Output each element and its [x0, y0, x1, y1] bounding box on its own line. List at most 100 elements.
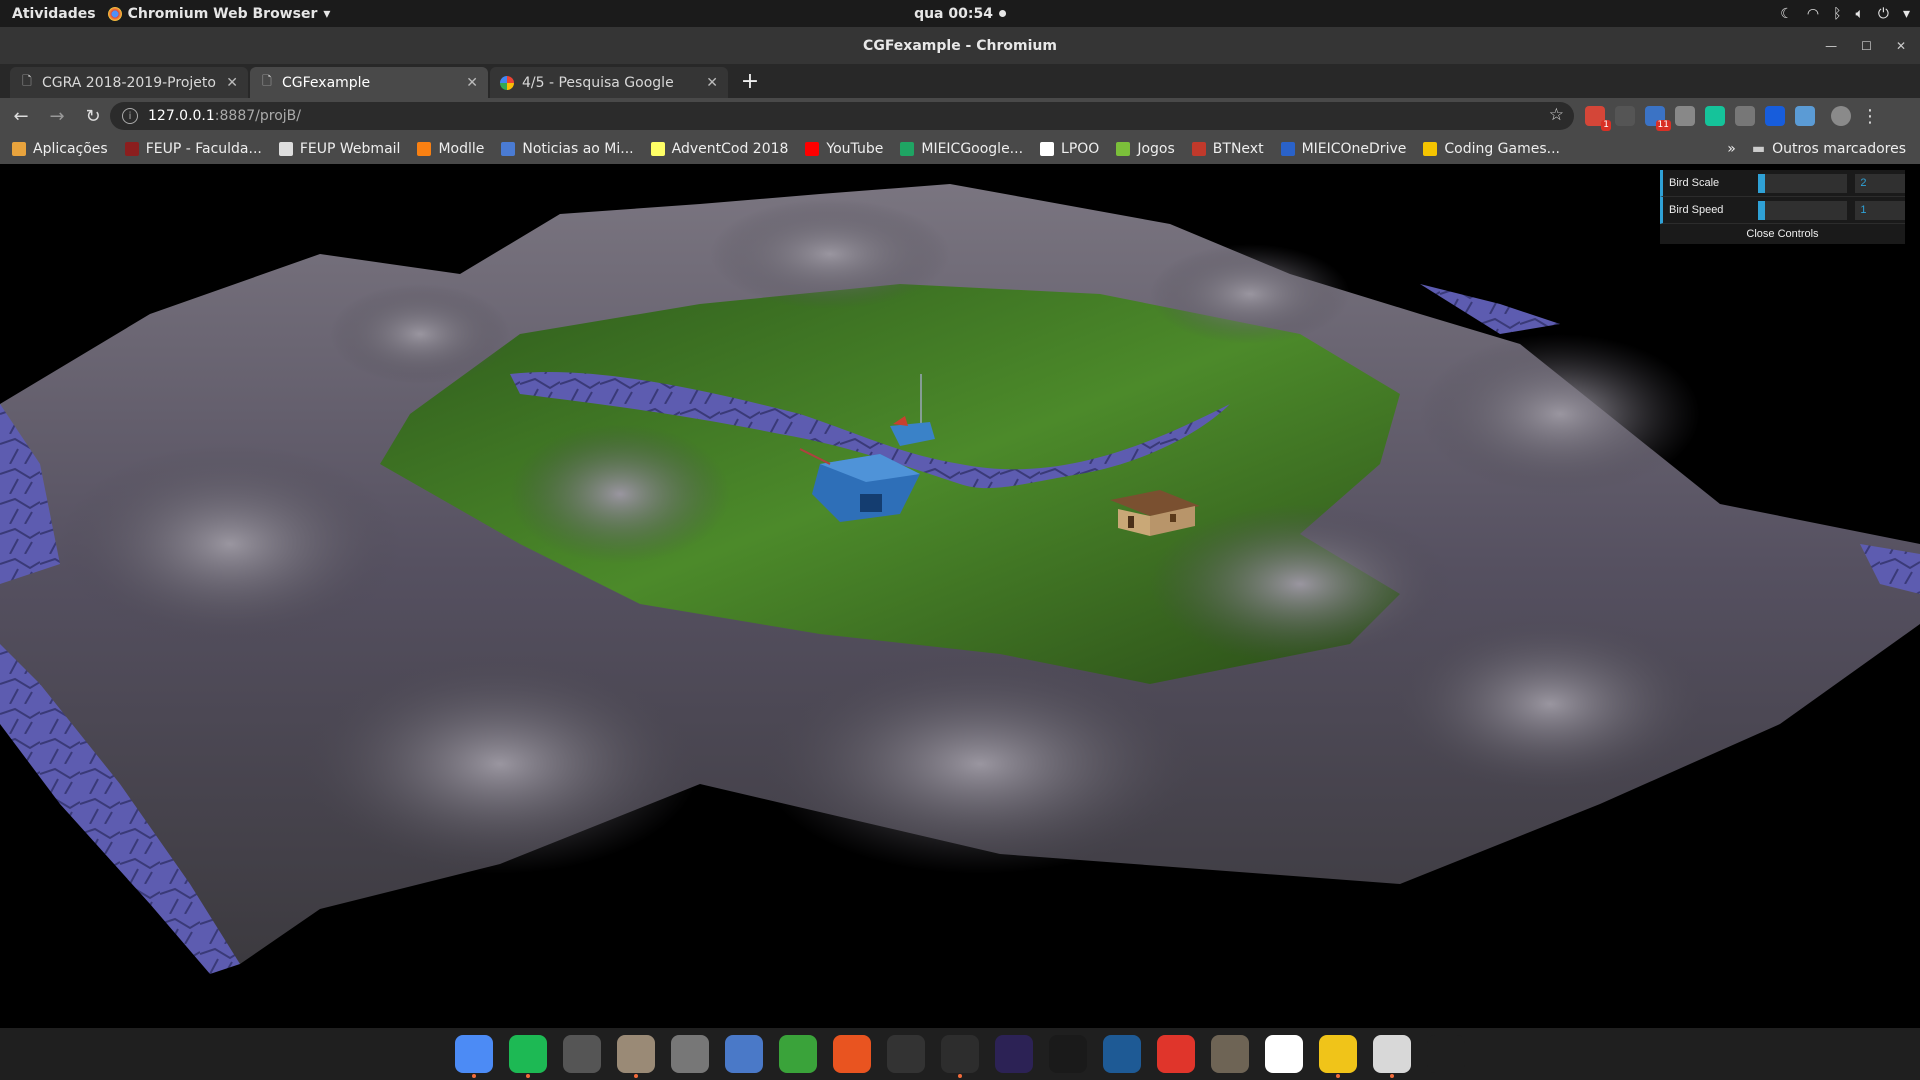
- page-viewport[interactable]: Bird Scale 2 Bird Speed 1 Close Controls: [0, 164, 1920, 1028]
- spotify-icon[interactable]: [509, 1035, 547, 1078]
- ubuntu-software-icon[interactable]: [833, 1035, 871, 1073]
- bookmark-label: FEUP Webmail: [299, 141, 401, 157]
- chromium-icon[interactable]: [455, 1035, 493, 1078]
- new-tab-button[interactable]: +: [733, 64, 767, 98]
- eclipse-icon[interactable]: [995, 1035, 1033, 1073]
- git-icon[interactable]: [1157, 1035, 1195, 1073]
- bookmark-label: FEUP - Faculda...: [145, 141, 262, 157]
- running-indicator: [634, 1074, 638, 1078]
- gimp-icon[interactable]: [1211, 1035, 1249, 1073]
- tab-label: CGFexample: [282, 74, 371, 91]
- mountain-peak: [760, 654, 1200, 874]
- system-tray[interactable]: ☾ ◠ ᛒ 🔈︎ ⏻ ▾: [1780, 0, 1910, 27]
- close-tab-icon[interactable]: ✕: [226, 75, 238, 91]
- document-viewer-icon[interactable]: [725, 1035, 763, 1073]
- close-tab-icon[interactable]: ✕: [706, 75, 718, 91]
- webgl-canvas[interactable]: [0, 164, 1920, 1028]
- mountain-peak: [1150, 244, 1350, 344]
- bookmark-item[interactable]: MIEICOneDrive: [1280, 141, 1406, 157]
- calendar-icon[interactable]: 11: [1645, 106, 1671, 131]
- moodle-icon: [417, 142, 432, 156]
- spreadsheet-icon[interactable]: [779, 1035, 817, 1073]
- app-menu-label: Chromium Web Browser: [127, 5, 318, 22]
- bookmark-item[interactable]: AdventCod 2018: [650, 141, 788, 157]
- tab-cgfexample[interactable]: 🗋︎ CGFexample ✕: [250, 67, 488, 98]
- software-updater-icon[interactable]: [563, 1035, 601, 1073]
- minimize-icon[interactable]: —: [1825, 39, 1837, 53]
- tab-pesquisa-google[interactable]: 4/5 - Pesquisa Google ✕: [490, 67, 728, 98]
- reload-button[interactable]: ↻: [78, 101, 108, 131]
- forward-button[interactable]: →: [42, 101, 72, 131]
- pen-icon[interactable]: [1615, 106, 1635, 126]
- bird-scale-input[interactable]: 2: [1855, 173, 1905, 193]
- camera-icon[interactable]: [1675, 106, 1695, 126]
- onedrive-icon: [1280, 142, 1295, 156]
- clock-label: qua 00:54: [914, 5, 993, 22]
- app-grid-icon[interactable]: [1427, 1035, 1465, 1073]
- bookmark-item[interactable]: MIEICGoogle...: [900, 141, 1023, 157]
- clock[interactable]: qua 00:54: [914, 6, 1006, 22]
- bookmark-item[interactable]: FEUP Webmail: [278, 141, 401, 157]
- tab-cgra-projeto[interactable]: 🗋︎ CGRA 2018-2019-Projeto E ✕: [10, 67, 248, 98]
- gear-icon[interactable]: [1735, 106, 1755, 126]
- google-icon: [500, 75, 514, 90]
- kebab-menu-icon[interactable]: ⋮: [1861, 106, 1879, 127]
- writer-icon[interactable]: [1265, 1035, 1303, 1073]
- bookmark-item[interactable]: YouTube: [805, 141, 883, 157]
- feup-icon: [124, 142, 139, 156]
- bookmark-item[interactable]: Jogos: [1116, 141, 1175, 157]
- mountain-peak: [60, 444, 400, 644]
- bookmark-label: Modlle: [438, 141, 485, 157]
- activities-button[interactable]: Atividades: [0, 6, 108, 22]
- other-bookmarks-folder[interactable]: ▬ Outros marcadores: [1752, 141, 1906, 157]
- vscode-icon[interactable]: [1103, 1035, 1141, 1073]
- disks-icon[interactable]: [671, 1035, 709, 1073]
- bookmark-item[interactable]: Noticias ao Mi...: [501, 141, 634, 157]
- bookmark-item[interactable]: Aplicações: [12, 141, 108, 157]
- bird-speed-input[interactable]: 1: [1855, 200, 1905, 220]
- gnome-top-bar: Atividades Chromium Web Browser ▾ qua 00…: [0, 0, 1920, 27]
- other-bookmarks-label: Outros marcadores: [1772, 141, 1906, 157]
- close-icon[interactable]: ✕: [1896, 39, 1906, 53]
- bird-speed-slider[interactable]: [1758, 200, 1848, 220]
- inkscape-icon[interactable]: [1373, 1035, 1411, 1078]
- bird-scale-control: Bird Scale 2: [1660, 170, 1905, 197]
- address-bar[interactable]: i 127.0.0.1:8887/projB/ ☆: [110, 102, 1574, 130]
- mascot-icon[interactable]: [1319, 1035, 1357, 1078]
- extension-badge: 11: [1655, 120, 1671, 131]
- maximize-icon[interactable]: ☐: [1861, 39, 1872, 53]
- notification-dot-icon: [998, 10, 1006, 17]
- bookmark-label: Coding Games...: [1444, 141, 1561, 157]
- cloud-icon[interactable]: [1795, 106, 1815, 126]
- bookmark-item[interactable]: Modlle: [417, 141, 484, 157]
- system-monitor-icon[interactable]: [941, 1035, 979, 1078]
- extensions-bar: 1 11 ⋮: [1585, 98, 1879, 134]
- bookmark-label: Jogos: [1137, 141, 1175, 157]
- ar-icon: [1040, 142, 1055, 156]
- mountain-peak: [1420, 334, 1700, 494]
- info-icon[interactable]: i: [122, 108, 138, 124]
- bookmarks-overflow-button[interactable]: »: [1727, 141, 1736, 157]
- bookmark-item[interactable]: LPOO: [1040, 141, 1099, 157]
- profile-avatar[interactable]: [1831, 106, 1851, 126]
- close-controls-button[interactable]: Close Controls: [1660, 224, 1905, 244]
- bookmark-star-icon[interactable]: ☆: [1549, 105, 1564, 125]
- bookmark-item[interactable]: BTNext: [1191, 141, 1264, 157]
- plus-icon: +: [740, 68, 760, 94]
- bird-scale-slider[interactable]: [1758, 173, 1848, 193]
- bookmark-item[interactable]: FEUP - Faculda...: [124, 141, 262, 157]
- gmail-icon[interactable]: 1: [1585, 106, 1611, 131]
- app-menu[interactable]: Chromium Web Browser ▾: [107, 5, 330, 22]
- terminal-icon[interactable]: [887, 1035, 925, 1073]
- intellij-icon[interactable]: [1049, 1035, 1087, 1073]
- close-tab-icon[interactable]: ✕: [466, 75, 478, 91]
- mountain-peak: [1390, 614, 1710, 794]
- files-icon[interactable]: [617, 1035, 655, 1078]
- volume-icon: 🔈︎: [1855, 5, 1864, 22]
- bookmark-item[interactable]: Coding Games...: [1423, 141, 1560, 157]
- bitwarden-icon[interactable]: [1765, 106, 1785, 126]
- slider-fill: [1758, 173, 1766, 193]
- bookmark-label: Noticias ao Mi...: [522, 141, 634, 157]
- back-button[interactable]: ←: [6, 101, 36, 131]
- grammarly-icon[interactable]: [1705, 106, 1725, 126]
